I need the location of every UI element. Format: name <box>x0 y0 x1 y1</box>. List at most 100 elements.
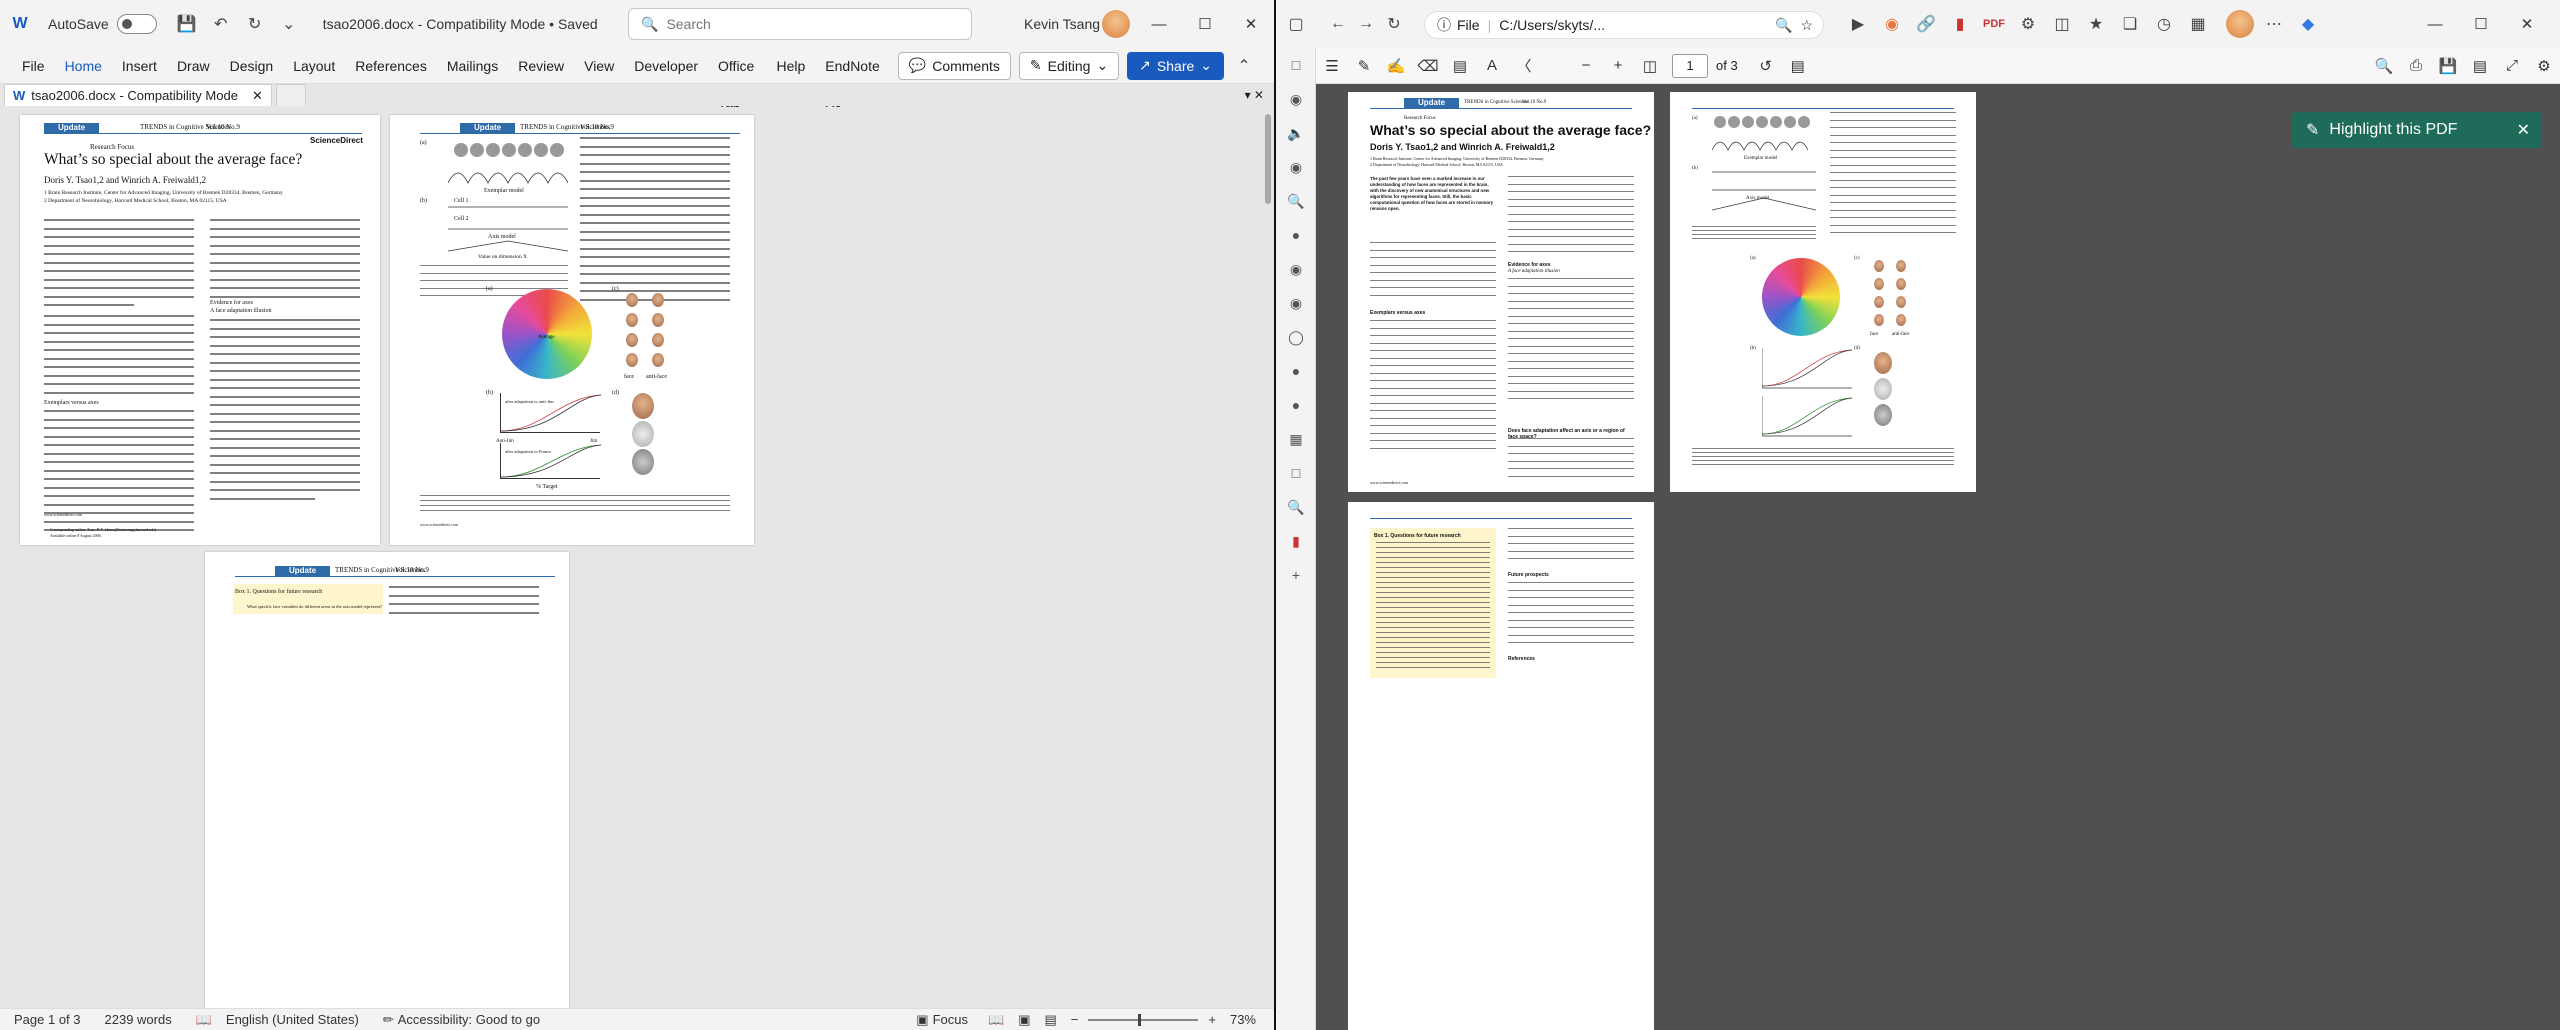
sidebar-icon[interactable]: 🔍 <box>1276 490 1316 524</box>
close-icon[interactable]: ✕ <box>2504 0 2550 48</box>
profile-avatar[interactable] <box>2226 10 2254 38</box>
sidebar-icon[interactable]: ▦ <box>1276 422 1316 456</box>
maximize-icon[interactable]: ☐ <box>1182 0 1228 48</box>
scrollbar-thumb[interactable] <box>1265 114 1271 204</box>
print-layout-icon[interactable]: ▣ <box>1018 1012 1030 1028</box>
zoom-in-icon[interactable]: + <box>1602 52 1634 80</box>
close-icon[interactable]: ✕ <box>1228 0 1274 48</box>
menu-references[interactable]: References <box>345 48 437 84</box>
vertical-scrollbar[interactable] <box>1262 106 1274 1008</box>
page-view-icon[interactable]: ▤ <box>1782 52 1814 80</box>
extension-icon[interactable]: ▦ <box>2184 10 2212 38</box>
fullscreen-icon[interactable]: ⤢ <box>2496 52 2528 80</box>
text-icon[interactable]: ▤ <box>1444 52 1476 80</box>
zoom-icon[interactable]: 🔍 <box>1775 17 1792 34</box>
zoom-level[interactable]: 73% <box>1230 1012 1256 1027</box>
address-bar[interactable]: ⓘ File | C:/Users/skyts/... 🔍 ☆ <box>1424 11 1824 39</box>
word-page-3[interactable]: Update TRENDS in Cognitive Sciences Vol.… <box>205 552 569 1008</box>
pdf-extension-icon[interactable]: PDF <box>1980 10 2008 38</box>
collapse-ribbon-icon[interactable]: ⌃ <box>1230 52 1258 80</box>
rotate-icon[interactable]: ↺ <box>1750 52 1782 80</box>
zoom-out-icon[interactable]: − <box>1071 1012 1079 1027</box>
undo-icon[interactable]: ↶ <box>207 10 235 38</box>
menu-ellipsis-icon[interactable]: ⋯ <box>2260 10 2288 38</box>
accessibility-icon[interactable]: ✏ <box>383 1012 394 1028</box>
search-input[interactable]: 🔍 Search <box>628 8 972 40</box>
sidebar-icon[interactable]: ◉ <box>1276 252 1316 286</box>
redo-icon[interactable]: ↻ <box>241 10 269 38</box>
tab-list-icon[interactable]: ▾ ✕ <box>1245 88 1264 102</box>
web-layout-icon[interactable]: ▤ <box>1044 1012 1056 1028</box>
minimize-icon[interactable]: — <box>2412 0 2458 48</box>
sidebar-icon[interactable]: 🔈 <box>1276 116 1316 150</box>
menu-home[interactable]: Home <box>55 48 112 84</box>
comments-button[interactable]: 💬 Comments <box>897 51 1011 80</box>
focus-label[interactable]: Focus <box>933 1012 968 1027</box>
close-tab-icon[interactable]: ✕ <box>252 88 263 104</box>
user-avatar[interactable] <box>1102 10 1130 38</box>
extension-icon[interactable]: ◉ <box>1878 10 1906 38</box>
draw-icon[interactable]: ✍ <box>1380 52 1412 80</box>
maximize-icon[interactable]: ☐ <box>2458 0 2504 48</box>
menu-design[interactable]: Design <box>220 48 284 84</box>
fit-page-icon[interactable]: ◫ <box>1634 52 1666 80</box>
sidebar-icon[interactable]: □ <box>1276 456 1316 490</box>
sidebar-icon[interactable]: ◯ <box>1276 320 1316 354</box>
sidebar-icon[interactable]: ◉ <box>1276 150 1316 184</box>
menu-draw[interactable]: Draw <box>167 48 220 84</box>
menu-mailings[interactable]: Mailings <box>437 48 508 84</box>
forward-icon[interactable]: → <box>1352 10 1380 38</box>
collections-icon[interactable]: ❏ <box>2116 10 2144 38</box>
proofing-icon[interactable]: 📖 <box>196 1012 212 1028</box>
sidebar-icon[interactable]: ◉ <box>1276 286 1316 320</box>
sidebar-icon[interactable]: □ <box>1276 48 1316 82</box>
highlight-pdf-banner[interactable]: ✎ Highlight this PDF ✕ <box>2292 112 2542 148</box>
menu-view[interactable]: View <box>574 48 624 84</box>
copilot-icon[interactable]: ◆ <box>2294 10 2322 38</box>
zoom-slider[interactable] <box>1088 1013 1199 1026</box>
read-aloud-icon[interactable]: ▶ <box>1844 10 1872 38</box>
zoom-in-icon[interactable]: + <box>1208 1012 1216 1027</box>
pdf-viewer[interactable]: Update TRENDS in Cognitive Sciences Vol.… <box>1316 84 2560 1030</box>
word-page-1[interactable]: Update TRENDS in Cognitive Sciences Vol.… <box>20 115 380 545</box>
menu-help[interactable]: Help <box>766 48 815 84</box>
read-aloud-icon[interactable]: A <box>1476 52 1508 80</box>
menu-endnote[interactable]: EndNote X9 <box>815 48 889 110</box>
sidebar-icon[interactable]: ● <box>1276 354 1316 388</box>
search-icon[interactable]: 🔍 <box>2368 52 2400 80</box>
menu-review[interactable]: Review <box>508 48 574 84</box>
share-button[interactable]: ↗ Share ⌄ <box>1127 51 1224 80</box>
customize-toolbar-icon[interactable]: ⌄ <box>275 10 303 38</box>
pdf-page-1[interactable]: Update TRENDS in Cognitive Sciences Vol.… <box>1348 92 1654 492</box>
new-tab-button[interactable] <box>275 84 306 106</box>
favorites-icon[interactable]: ★ <box>2082 10 2110 38</box>
highlight-icon[interactable]: ✎ <box>1348 52 1380 80</box>
page-number-input[interactable]: 1 <box>1672 53 1708 78</box>
zoom-out-icon[interactable]: − <box>1570 52 1602 80</box>
tab-actions-icon[interactable]: ▢ <box>1282 10 1310 38</box>
sidebar-icon[interactable]: ● <box>1276 388 1316 422</box>
focus-icon[interactable]: ▣ <box>916 1012 928 1028</box>
save-icon[interactable]: 💾 <box>173 10 201 38</box>
print-icon[interactable]: ⎙ <box>2400 52 2432 80</box>
language[interactable]: English (United States) <box>226 1012 359 1027</box>
pdf-page-3[interactable]: Box 1. Questions for future research Fut… <box>1348 502 1654 1030</box>
translate-icon[interactable]: 〈 <box>1508 52 1540 80</box>
refresh-icon[interactable]: ↻ <box>1380 10 1408 38</box>
save-icon[interactable]: 💾 <box>2432 52 2464 80</box>
favorite-star-icon[interactable]: ☆ <box>1800 17 1813 34</box>
close-banner-icon[interactable]: ✕ <box>2517 120 2530 140</box>
history-icon[interactable]: ◷ <box>2150 10 2178 38</box>
menu-file[interactable]: File <box>12 48 55 84</box>
save-as-icon[interactable]: ▤ <box>2464 52 2496 80</box>
pdf-page-2[interactable]: (a) Exemplar model (b) Axis model (a) (c… <box>1670 92 1976 492</box>
back-icon[interactable]: ← <box>1324 10 1352 38</box>
contents-icon[interactable]: ☰ <box>1316 52 1348 80</box>
accessibility-status[interactable]: Accessibility: Good to go <box>398 1012 540 1027</box>
extension-icon[interactable]: ▮ <box>1946 10 1974 38</box>
extension-icon[interactable]: 🔗 <box>1912 10 1940 38</box>
menu-office-tab[interactable]: Office Tab <box>708 48 766 110</box>
sidebar-icon[interactable]: 🔍 <box>1276 184 1316 218</box>
editing-button[interactable]: ✎ Editing ⌄ <box>1018 51 1120 80</box>
menu-insert[interactable]: Insert <box>112 48 167 84</box>
